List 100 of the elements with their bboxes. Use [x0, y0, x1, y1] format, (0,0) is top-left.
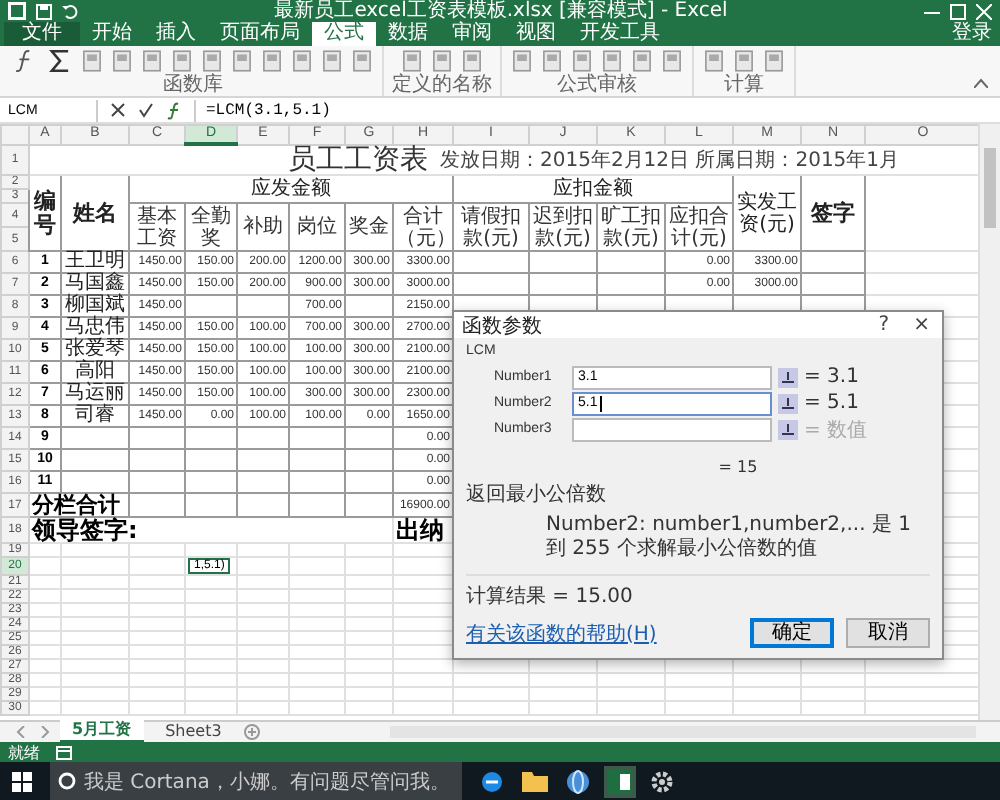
table-cell: 高阳 [75, 360, 115, 382]
input-field[interactable] [572, 417, 772, 441]
table-cell: 应扣金额 [453, 175, 733, 203]
table-cell: 应发金额 [129, 175, 453, 203]
book-icon[interactable] [80, 48, 104, 74]
ribbon-tab[interactable]: 页面布局 [208, 22, 312, 46]
ribbon-tab[interactable]: 数据 [376, 22, 440, 46]
spreadsheet-icon[interactable] [607, 769, 632, 793]
formula-field[interactable]: =LCM(3.1,5.1) [194, 99, 1000, 121]
book-icon[interactable] [630, 48, 654, 74]
book-icon[interactable] [400, 48, 424, 74]
table-cell: 请假扣款(元) [453, 203, 529, 251]
sign-in-link[interactable]: 登录 [952, 22, 1000, 46]
ok-button[interactable]: 确定 [750, 618, 834, 648]
date-text: 发放日期：2015年2月12日 所属日期：2015年1月 [440, 150, 900, 174]
table-cell: 马国鑫 [65, 272, 125, 294]
book-icon[interactable] [200, 48, 224, 74]
book-icon[interactable] [510, 48, 534, 74]
ribbon-tab[interactable]: 开始 [80, 22, 144, 46]
group-label: 函数库 [163, 74, 223, 96]
collapse-dialog-icon[interactable] [778, 419, 798, 439]
maximize-icon[interactable] [950, 3, 966, 19]
book-icon[interactable] [230, 48, 254, 74]
calculation-result: 计算结果 = 15.00 [466, 583, 635, 610]
help-link[interactable]: 有关该函数的帮助(H) [466, 619, 657, 647]
table-cell: 王卫明 [65, 250, 125, 272]
book-icon[interactable] [140, 48, 164, 74]
group-label: 公式审核 [557, 74, 637, 96]
book-icon[interactable] [260, 48, 284, 74]
macro-icon[interactable] [56, 745, 72, 759]
scroll-right-icon[interactable] [38, 726, 50, 738]
table-cell: 应扣合计(元) [665, 203, 733, 251]
sum-icon[interactable] [46, 48, 74, 74]
table-cell: 合计（元） [393, 203, 453, 251]
collapse-dialog-icon[interactable] [778, 367, 798, 387]
book-icon[interactable] [702, 48, 726, 74]
add-sheet-icon[interactable] [243, 724, 260, 740]
dialog-title: 函数参数 [462, 313, 542, 339]
book-icon[interactable] [110, 48, 134, 74]
undo-icon[interactable] [62, 3, 78, 19]
table-cell: 马忠伟 [65, 316, 125, 338]
ribbon-tab[interactable]: 插入 [144, 22, 208, 46]
book-icon[interactable] [600, 48, 624, 74]
ribbon-tab[interactable]: 公式 [312, 22, 376, 46]
signature-label: 出纳 [396, 516, 444, 544]
table-cell: 奖金 [345, 203, 393, 251]
book-icon[interactable] [732, 48, 756, 74]
scroll-left-icon[interactable] [16, 726, 28, 738]
group-label: 定义的名称 [392, 74, 492, 96]
table-cell: 岗位 [289, 203, 345, 251]
function-description: 返回最小公倍数 [466, 481, 608, 508]
formula-result: = 15 [718, 458, 758, 476]
book-icon[interactable] [350, 48, 374, 74]
ribbon-tab[interactable]: 开发工具 [568, 22, 672, 46]
help-button[interactable]: ? [874, 313, 894, 337]
search-field[interactable]: 我是 Cortana，小娜。有问题尽管问我。 [50, 762, 462, 800]
ribbon-tab[interactable]: 文件 [4, 22, 80, 46]
table-cell: 张爱琴 [65, 338, 125, 360]
status-text: 就绪 [8, 741, 40, 763]
argument-result: = 3.1 [804, 366, 859, 388]
sheet-tab[interactable]: Sheet3 [153, 722, 234, 742]
book-icon[interactable] [320, 48, 344, 74]
sheet-title: 员工工资表 [288, 146, 428, 174]
collapse-icon[interactable] [974, 78, 988, 88]
book-icon[interactable] [430, 48, 454, 74]
cancel-button[interactable]: 取消 [846, 618, 930, 648]
book-icon[interactable] [762, 48, 786, 74]
ribbon-tab[interactable]: 审阅 [440, 22, 504, 46]
argument-result: = 数值 [804, 417, 868, 443]
gear-icon[interactable] [649, 769, 674, 793]
book-icon[interactable] [460, 48, 484, 74]
table-cell: 分栏合计 [29, 493, 129, 517]
save-icon[interactable] [36, 3, 52, 19]
vertical-scrollbar[interactable] [978, 124, 1000, 720]
signature-label: 领导签字: [32, 516, 138, 544]
table-cell: 姓名 [61, 175, 129, 251]
folder-icon[interactable] [521, 770, 548, 792]
table-cell: 全勤奖 [185, 203, 237, 251]
book-icon[interactable] [290, 48, 314, 74]
check-icon[interactable] [138, 102, 154, 118]
table-cell: 司睿 [75, 404, 115, 426]
ring-icon [58, 772, 76, 790]
table-cell: 柳国斌 [65, 294, 125, 316]
ribbon-tab[interactable]: 视图 [504, 22, 568, 46]
book-icon[interactable] [660, 48, 684, 74]
argument-help: Number2: number1,number2,... 是 1 到 255 个求解最小公倍数的值 [544, 514, 913, 562]
start-icon[interactable] [12, 771, 32, 791]
book-icon[interactable] [170, 48, 194, 74]
close-icon[interactable] [976, 3, 992, 19]
sheet-tab[interactable]: 5月工资 [60, 720, 144, 744]
globe-icon[interactable] [565, 769, 590, 793]
cancel-icon[interactable] [110, 102, 126, 118]
table-cell: 补助 [237, 203, 289, 251]
table-cell: 签字 [801, 175, 865, 251]
group-label: 计算 [724, 74, 764, 96]
book-icon[interactable] [540, 48, 564, 74]
book-icon[interactable] [570, 48, 594, 74]
collapse-dialog-icon[interactable] [778, 393, 798, 413]
table-cell: 马运丽 [65, 382, 125, 404]
function-icon[interactable] [166, 101, 182, 119]
